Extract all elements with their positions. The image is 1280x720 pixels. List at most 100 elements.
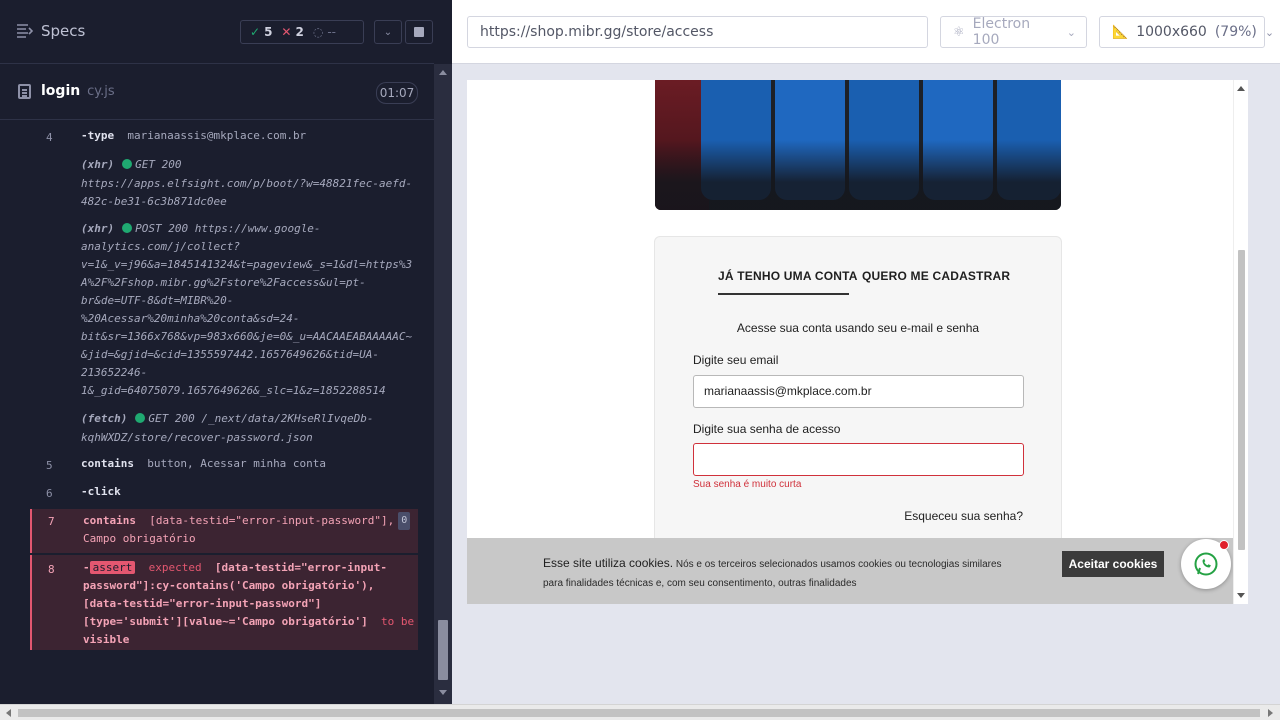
xhr-url-line: https://apps.elfsight.com/p/boot/?w=4882…: [81, 177, 413, 190]
command-arg: marianaassis@mkplace.com.br: [127, 129, 307, 142]
xhr-line: analytics.com/j/collect?: [81, 240, 240, 253]
aut-toolbar: https://shop.mibr.gg/store/access ⚛ Elec…: [452, 0, 1280, 64]
file-icon: [18, 84, 31, 99]
scroll-thumb[interactable]: [1238, 250, 1245, 550]
assert-line: [data-testid="error-input-password"]: [83, 597, 322, 610]
password-label: Digite sua senha de acesso: [693, 422, 841, 436]
xhr-url-line: 482c-be31-6c3b871dc0ee: [81, 195, 227, 208]
xhr-line: br&de=UTF-8&dt=MIBR%20-: [81, 294, 234, 307]
password-field[interactable]: [693, 443, 1024, 476]
hero-shadow: [655, 140, 1061, 210]
chevron-down-icon: ⌄: [383, 26, 393, 38]
xhr-line: 213652246-: [81, 366, 148, 379]
to-be-label: to be: [381, 615, 415, 628]
command-log: 4 -type marianaassis@mkplace.com.br (xhr…: [0, 121, 434, 661]
command-row[interactable]: 4 -type marianaassis@mkplace.com.br (xhr…: [30, 121, 418, 451]
passed-count: 5: [264, 25, 273, 39]
failed-command-row[interactable]: 7 contains [data-testid="error-input-pas…: [30, 509, 418, 553]
pending-count: --: [327, 25, 336, 39]
cookie-banner: Esse site utiliza cookies. Nós e os terc…: [467, 538, 1248, 604]
command-number: 5: [46, 459, 53, 472]
spec-name: login: [41, 83, 81, 99]
chevron-down-icon: ⌄: [1264, 25, 1275, 39]
runner-scrollbar[interactable]: [434, 64, 452, 704]
scroll-right-icon[interactable]: [1268, 709, 1273, 717]
scroll-left-icon[interactable]: [6, 709, 11, 717]
test-runner-panel: Specs ✓ 5 ✕ 2 ◌ -- ⌄ login cy.js 01:07 4 -t…: [0, 0, 452, 704]
stop-button[interactable]: [405, 20, 433, 44]
command-number: 8: [48, 563, 55, 576]
status-dot-icon: [122, 223, 133, 233]
assert-dash: -: [83, 561, 90, 574]
specs-button[interactable]: Specs: [17, 22, 85, 40]
cookie-title: Esse site utiliza cookies.: [543, 556, 674, 570]
xhr-line: A%2F%2Fshop.mibr.gg%2Fstore%2Faccess&ul=…: [81, 276, 366, 289]
pending-stat: ◌ --: [304, 25, 336, 39]
test-stats: ✓ 5 ✕ 2 ◌ --: [240, 20, 364, 44]
failed-count: 2: [295, 25, 304, 39]
chevron-down-icon: ⌄: [1066, 25, 1076, 39]
list-icon: [17, 24, 33, 38]
horizontal-scrollbar[interactable]: [0, 704, 1280, 720]
specs-label: Specs: [41, 22, 86, 40]
accept-cookies-button[interactable]: Aceitar cookies: [1062, 551, 1164, 577]
fetch-kind: (fetch): [81, 412, 128, 425]
passed-stat: ✓ 5: [241, 25, 272, 39]
expected-label: expected: [148, 561, 202, 574]
xhr-status: GET 200: [135, 158, 182, 171]
cookie-text: Esse site utiliza cookies. Nós e os terc…: [543, 554, 1043, 593]
scroll-up-icon[interactable]: [1237, 86, 1245, 91]
scroll-down-icon[interactable]: [439, 690, 447, 695]
spec-ext: cy.js: [87, 84, 115, 99]
scroll-thumb[interactable]: [18, 709, 1260, 717]
status-dot-icon: [122, 159, 133, 169]
command-name: -click: [81, 485, 121, 498]
scroll-up-icon[interactable]: [439, 70, 447, 75]
check-icon: ✓: [250, 25, 261, 39]
app-frame: JÁ TENHO UMA CONTA QUERO ME CADASTRAR Ac…: [467, 80, 1248, 604]
notification-dot: [1219, 540, 1229, 550]
spinner-icon: ◌: [312, 25, 324, 39]
spec-file-name[interactable]: login cy.js: [41, 83, 115, 99]
xhr-line: v=1&_v=j96&a=1845141324&t=pageview&_s=1&…: [81, 258, 413, 271]
assert-line: password"]:cy-contains('Campo obrigatóri…: [83, 579, 375, 592]
command-name: -type: [81, 129, 115, 142]
whatsapp-icon: [1194, 552, 1218, 576]
email-label: Digite seu email: [693, 353, 779, 367]
ruler-icon: 📐: [1112, 24, 1129, 40]
assert-line: visible: [83, 633, 130, 646]
fetch-line: GET 200 /_next/data/2KHseRlIvqeDb-: [148, 412, 374, 425]
frame-scrollbar[interactable]: [1233, 80, 1248, 604]
assert-line: [type='submit'][value~='Campo obrigatóri…: [83, 615, 368, 628]
cookie-text-line: Nós e os terceiros selecionados usamos c…: [675, 559, 1002, 570]
hero-image: [655, 80, 1061, 210]
command-name: contains: [83, 514, 136, 527]
failed-stat: ✕ 2: [272, 25, 303, 39]
assert-line: [data-testid="error-input-: [214, 561, 388, 574]
xhr-line: POST 200 https://www.google-: [135, 222, 321, 235]
failed-assert-row[interactable]: 8 - assert expected [data-testid="error-i…: [30, 555, 418, 650]
command-row[interactable]: 5 contains button, Acessar minha conta: [30, 455, 418, 481]
scroll-thumb[interactable]: [438, 620, 448, 680]
browser-selector[interactable]: ⚛ Electron 100 ⌄: [940, 16, 1087, 48]
expand-button[interactable]: ⌄: [374, 20, 402, 44]
xhr-line: &jid=&gjid=&cid=1355597442.1657649626&ti…: [81, 348, 380, 361]
app-under-test: https://shop.mibr.gg/store/access ⚛ Elec…: [452, 0, 1280, 704]
runner-header: Specs ✓ 5 ✕ 2 ◌ -- ⌄: [0, 0, 434, 64]
command-number: 7: [48, 515, 55, 528]
match-count-badge: 0: [398, 512, 411, 530]
x-icon: ✕: [281, 25, 292, 39]
xhr-line: 1&_gid=64075079.1657649626&_slc=1&z=1852…: [81, 384, 386, 397]
command-row[interactable]: 6 -click: [30, 483, 418, 509]
email-field[interactable]: marianaassis@mkplace.com.br: [693, 375, 1024, 408]
fetch-line: kqhWXDZ/store/recover-password.json: [81, 431, 313, 444]
command-arg: Campo obrigatório: [83, 532, 196, 545]
tab-register[interactable]: QUERO ME CADASTRAR: [862, 269, 1010, 283]
scroll-down-icon[interactable]: [1237, 593, 1245, 598]
forgot-password-link[interactable]: Esqueceu sua senha?: [904, 509, 1023, 523]
tab-login[interactable]: JÁ TENHO UMA CONTA: [718, 269, 858, 283]
viewport-selector[interactable]: 📐 1000x660 (79%) ⌄: [1099, 16, 1274, 48]
spec-duration: 01:07: [376, 82, 418, 104]
viewport-size: 1000x660: [1136, 24, 1207, 40]
url-bar[interactable]: https://shop.mibr.gg/store/access: [467, 16, 928, 48]
